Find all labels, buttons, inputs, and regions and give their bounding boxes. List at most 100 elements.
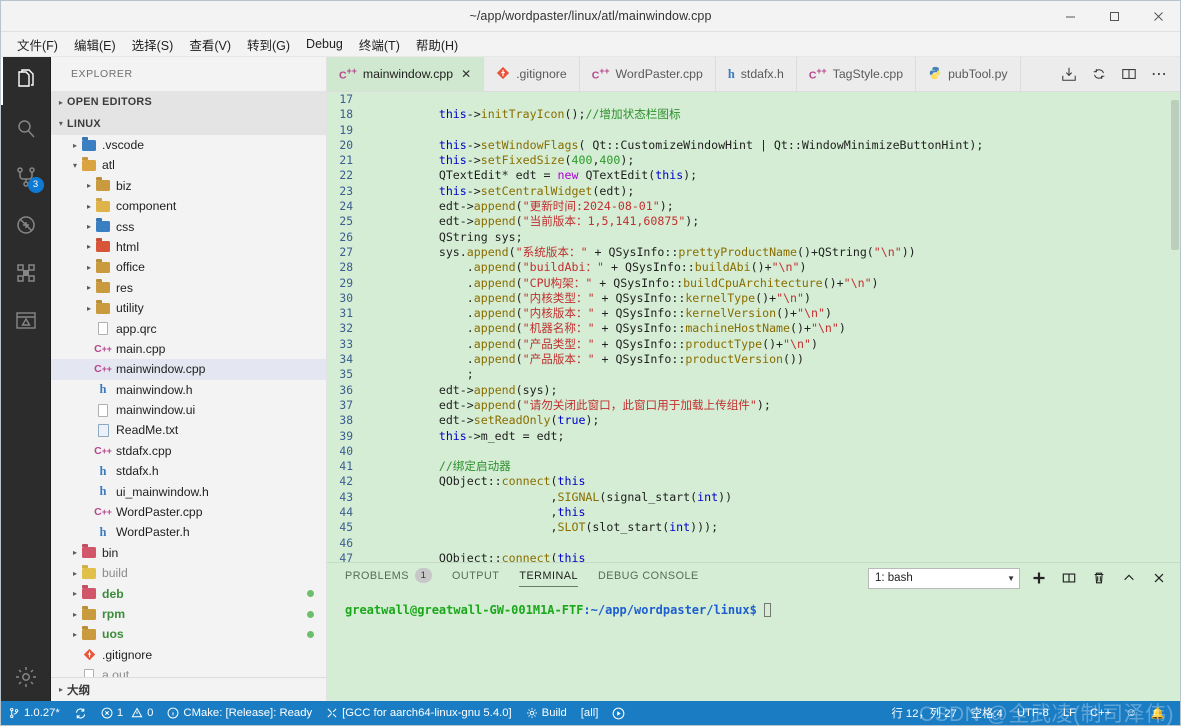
status-cursor-position[interactable]: 行 12，列 27 <box>884 701 963 725</box>
tree-item-mainwindow-cpp[interactable]: C ++ mainwindow.cpp <box>51 359 326 380</box>
tree-item-stdafx-cpp[interactable]: C ++ stdafx.cpp <box>51 441 326 461</box>
split-terminal-icon[interactable] <box>1058 567 1080 589</box>
chevron-right-icon: ▸ <box>72 589 77 599</box>
tree-item-component[interactable]: ▸ component <box>51 196 326 216</box>
maximize-button[interactable] <box>1092 1 1136 32</box>
status-cmake-build[interactable]: Build <box>519 701 574 725</box>
tree-item-html[interactable]: ▸ html <box>51 237 326 257</box>
files-icon <box>17 69 34 87</box>
status-encoding[interactable]: UTF-8 <box>1010 701 1056 725</box>
menu-terminal[interactable]: 终端(T) <box>351 32 408 57</box>
tree-item-main-cpp[interactable]: C ++ main.cpp <box>51 339 326 359</box>
code-editor[interactable]: 17 18 this->initTrayIcon();//增加状态栏图标 19 20 … <box>327 92 1180 562</box>
activity-explorer[interactable] <box>0 57 51 105</box>
menu-edit[interactable]: 编辑(E) <box>66 32 124 57</box>
tree-item-app-qrc[interactable]: app.qrc <box>51 318 326 338</box>
tree-item-ui-mainwindow-h[interactable]: h ui_mainwindow.h <box>51 481 326 501</box>
activity-settings[interactable] <box>1 653 51 701</box>
activity-source-control[interactable]: 3 <box>1 153 51 201</box>
panel-tab-output[interactable]: OUTPUT <box>452 570 499 587</box>
tree-item-wordpaster-h[interactable]: h WordPaster.h <box>51 522 326 542</box>
code-line: 26 QString sys; <box>327 230 1180 245</box>
terminal-body[interactable]: greatwall@greatwall-GW-001M1A-FTF:~/app/… <box>327 593 1180 701</box>
close-button[interactable] <box>1136 1 1180 32</box>
menu-debug[interactable]: Debug <box>298 34 351 54</box>
activity-search[interactable] <box>1 105 51 153</box>
tree-item-a-out[interactable]: a.out <box>51 665 326 678</box>
tree-item--gitignore[interactable]: .gitignore <box>51 645 326 665</box>
activity-remote-explorer[interactable] <box>1 297 51 345</box>
tab-pubtool-py[interactable]: pubTool.py <box>916 57 1021 91</box>
code-line: 35 ; <box>327 367 1180 382</box>
status-bar: 1.0.27* 1 0 CMake: [Release]: Ready [GCC… <box>1 701 1180 726</box>
close-panel-icon[interactable] <box>1148 567 1170 589</box>
tree-item-mainwindow-ui[interactable]: mainwindow.ui <box>51 400 326 420</box>
new-terminal-icon[interactable] <box>1028 567 1050 589</box>
code-line: 47 QObject::connect(this <box>327 551 1180 562</box>
tree-item-rpm[interactable]: ▸ rpm <box>51 604 326 624</box>
kill-terminal-icon[interactable] <box>1088 567 1110 589</box>
panel-tab-terminal[interactable]: TERMINAL <box>519 570 578 587</box>
line-number: 18 <box>339 108 353 122</box>
tree-item--vscode[interactable]: ▸ .vscode <box>51 135 326 155</box>
status-cmake-kit[interactable]: [GCC for aarch64-linux-gnu 5.4.0] <box>319 701 519 725</box>
section-workspace[interactable]: ▾ LINUX <box>51 113 326 135</box>
menu-select[interactable]: 选择(S) <box>124 32 182 57</box>
menu-go[interactable]: 转到(G) <box>239 32 298 57</box>
tree-item-atl[interactable]: ▾ atl <box>51 155 326 175</box>
editor-vertical-scrollbar[interactable] <box>1170 92 1180 562</box>
status-cmake-config[interactable]: CMake: [Release]: Ready <box>160 701 319 725</box>
tree-item-stdafx-h[interactable]: h stdafx.h <box>51 461 326 481</box>
status-sync[interactable] <box>67 701 94 725</box>
save-all-icon[interactable] <box>1054 57 1084 92</box>
tree-item-deb[interactable]: ▸ deb <box>51 583 326 603</box>
bottom-panel: PROBLEMS 1 OUTPUT TERMINAL DEBUG CONSOLE <box>327 562 1180 701</box>
tree-item-uos[interactable]: ▸ uos <box>51 624 326 644</box>
section-outline[interactable]: ▸ 大纲 <box>51 677 326 701</box>
status-notifications-icon[interactable]: 🔔 <box>1144 701 1172 725</box>
terminal-selector[interactable]: 1: bash ▼ <box>868 567 1020 589</box>
activity-extensions[interactable] <box>1 249 51 297</box>
menu-help[interactable]: 帮助(H) <box>408 32 466 57</box>
line-content: .append("buildAbi：" + QSysInfo::buildAbi… <box>383 260 807 275</box>
tab-mainwindow-cpp[interactable]: C++ mainwindow.cpp ✕ <box>327 57 485 91</box>
section-open-editors[interactable]: ▸ OPEN EDITORS <box>51 91 326 114</box>
folder-icon <box>81 545 97 561</box>
tree-item-biz[interactable]: ▸ biz <box>51 176 326 196</box>
status-branch[interactable]: 1.0.27* <box>1 701 67 725</box>
tab-tagstyle-cpp[interactable]: C++ TagStyle.cpp <box>797 57 917 91</box>
more-actions-icon[interactable]: ⋯ <box>1144 57 1174 92</box>
tree-item-utility[interactable]: ▸ utility <box>51 298 326 318</box>
tab-close-icon[interactable]: ✕ <box>461 67 471 81</box>
menu-file[interactable]: 文件(F) <box>9 32 66 57</box>
tab-wordpaster-cpp[interactable]: C++ WordPaster.cpp <box>580 57 716 91</box>
tree-item-office[interactable]: ▸ office <box>51 257 326 277</box>
line-content: .append("产品类型：" + QSysInfo::productType(… <box>383 336 818 351</box>
status-eol[interactable]: LF <box>1056 701 1083 725</box>
h-icon: h <box>99 382 107 397</box>
menu-view[interactable]: 查看(V) <box>181 32 239 57</box>
tree-item-mainwindow-h[interactable]: h mainwindow.h <box>51 380 326 400</box>
scrollbar-thumb[interactable] <box>1171 100 1179 250</box>
status-language-mode[interactable]: C++ <box>1083 701 1118 725</box>
tab-gitignore[interactable]: .gitignore <box>484 57 580 91</box>
tree-item-bin[interactable]: ▸ bin <box>51 543 326 563</box>
tree-item-wordpaster-cpp[interactable]: C ++ WordPaster.cpp <box>51 502 326 522</box>
tree-item-readme-txt[interactable]: ReadMe.txt <box>51 420 326 440</box>
split-editor-icon[interactable] <box>1114 57 1144 92</box>
maximize-panel-icon[interactable] <box>1118 567 1140 589</box>
tree-item-build[interactable]: ▸ build <box>51 563 326 583</box>
panel-tab-debug-console[interactable]: DEBUG CONSOLE <box>598 570 699 587</box>
panel-tab-problems[interactable]: PROBLEMS 1 <box>345 568 432 588</box>
status-cmake-target[interactable]: [all] <box>574 701 606 725</box>
tree-item-res[interactable]: ▸ res <box>51 278 326 298</box>
activity-run-debug[interactable] <box>1 201 51 249</box>
status-problems[interactable]: 1 0 <box>94 701 161 725</box>
status-cmake-run[interactable] <box>605 701 632 725</box>
status-indentation[interactable]: 空格:4 <box>964 701 1010 725</box>
minimize-button[interactable] <box>1048 1 1092 32</box>
refresh-icon[interactable] <box>1084 57 1114 92</box>
status-feedback-icon[interactable]: ☺ <box>1118 701 1144 725</box>
tab-stdafx-h[interactable]: h stdafx.h <box>716 57 797 91</box>
tree-item-css[interactable]: ▸ css <box>51 216 326 236</box>
